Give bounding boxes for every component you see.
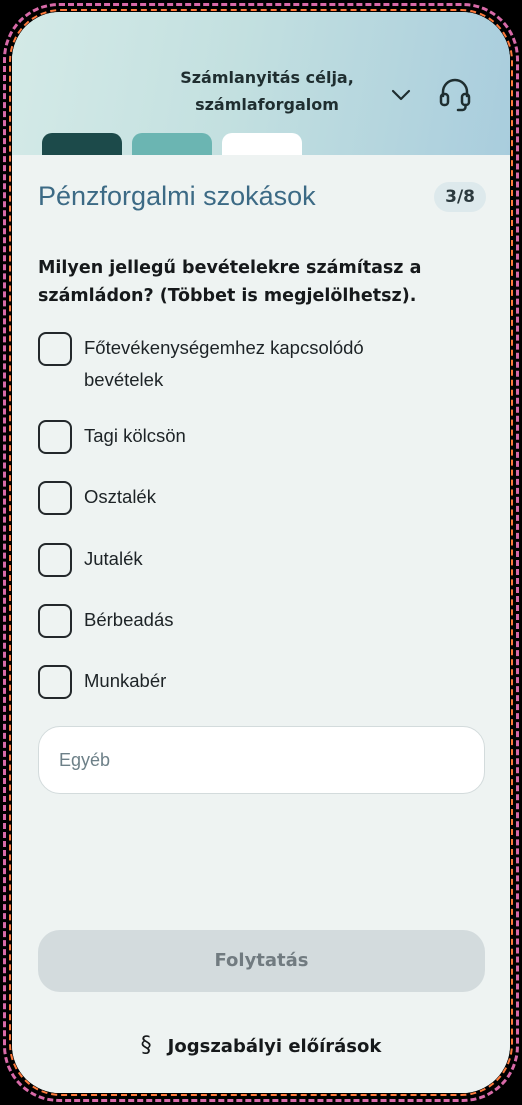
option-label: Főtevékenységemhez kapcsolódó bevételek	[84, 337, 364, 390]
option-munkaber[interactable]: Munkabér	[38, 665, 444, 699]
option-tagi-kolcson[interactable]: Tagi kölcsön	[38, 420, 444, 454]
legal-link[interactable]: § Jogszabályi előírások	[12, 1033, 510, 1058]
option-label: Jutalék	[84, 548, 143, 569]
option-label: Munkabér	[84, 670, 167, 691]
option-label: Osztalék	[84, 486, 156, 507]
option-jutalek[interactable]: Jutalék	[38, 543, 444, 577]
section-title: Pénzforgalmi szokások	[38, 181, 316, 211]
other-income-input[interactable]: Egyéb	[38, 726, 485, 794]
progress-tab-2	[132, 133, 212, 157]
step-badge: 3/8	[434, 182, 486, 212]
checkbox[interactable]	[38, 420, 72, 454]
chevron-down-icon[interactable]	[390, 84, 412, 106]
option-fotevekenyseg[interactable]: Főtevékenységemhez kapcsolódó bevételek	[38, 332, 444, 396]
option-label: Tagi kölcsön	[84, 425, 186, 446]
checkbox[interactable]	[38, 665, 72, 699]
continue-button[interactable]: Folytatás	[38, 930, 485, 992]
checkbox[interactable]	[38, 481, 72, 515]
app-screen: Számlanyitás célja, számlaforgalom Pénzf…	[12, 12, 510, 1093]
option-label: Bérbeadás	[84, 609, 174, 630]
question-text: Milyen jellegű bevételekre számítasz a s…	[38, 258, 422, 306]
progress-tab-1	[42, 133, 122, 157]
checkbox[interactable]	[38, 604, 72, 638]
option-osztalek[interactable]: Osztalék	[38, 481, 444, 515]
option-berbeadas[interactable]: Bérbeadás	[38, 604, 444, 638]
checkbox[interactable]	[38, 543, 72, 577]
headset-icon[interactable]	[436, 75, 474, 113]
paragraph-icon: §	[140, 1033, 152, 1058]
progress-tab-3	[222, 133, 302, 157]
header: Számlanyitás célja, számlaforgalom	[12, 12, 510, 157]
main-content: Pénzforgalmi szokások 3/8 Milyen jellegű…	[12, 155, 510, 1093]
checkbox[interactable]	[38, 332, 72, 366]
legal-link-label: Jogszabályi előírások	[167, 1036, 382, 1057]
